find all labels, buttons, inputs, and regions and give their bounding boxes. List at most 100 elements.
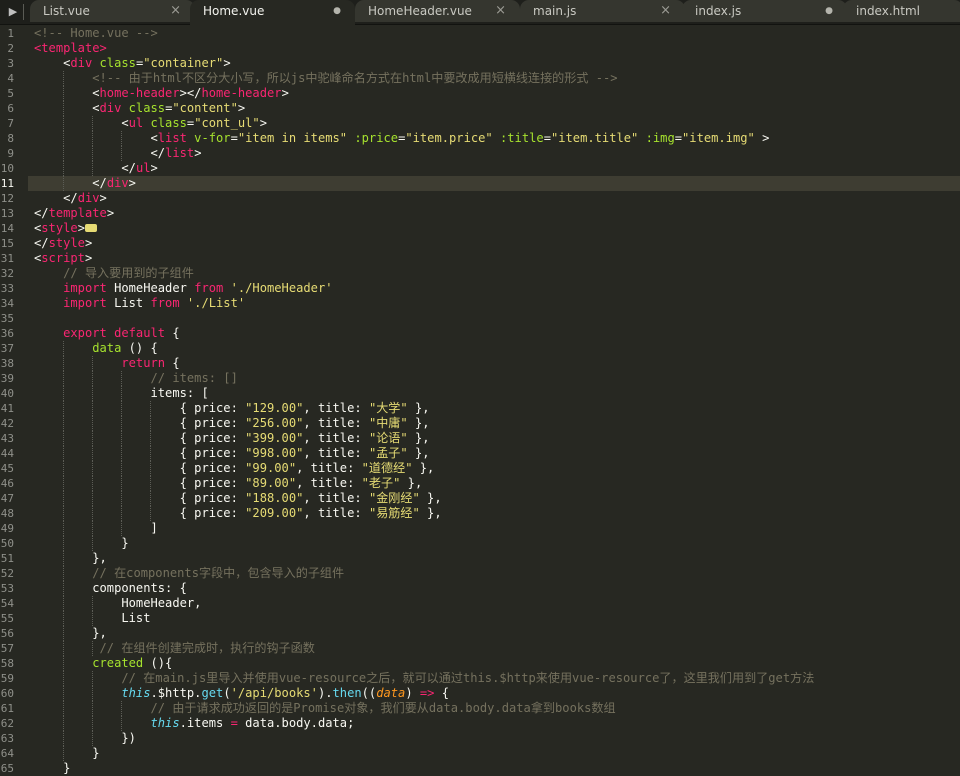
code-token: this [150, 716, 180, 730]
code-line: export default { [34, 326, 180, 341]
code-token: { [434, 686, 450, 700]
indent-guide [63, 656, 65, 671]
indent-guide [92, 596, 94, 611]
code-line: <!-- Home.vue --> [34, 26, 158, 41]
indent-guide [121, 716, 123, 731]
folded-region-icon[interactable] [84, 223, 97, 232]
code-token: = [543, 131, 551, 145]
indent-guide [63, 626, 65, 641]
code-token: } [34, 761, 71, 775]
line-number: 34 [0, 297, 14, 310]
tab-list-vue[interactable]: List.vue × [30, 0, 195, 22]
tab-label: Home.vue [203, 4, 265, 18]
code-token: data [92, 341, 122, 355]
tab-label: HomeHeader.vue [368, 4, 472, 18]
tab-index-html[interactable]: index.html [843, 0, 960, 22]
indent-guide [121, 446, 123, 461]
code-token: > [128, 176, 136, 190]
line-number: 65 [0, 762, 14, 775]
code-token: > [259, 116, 267, 130]
indent-guide [92, 401, 94, 416]
code-token: , title: [303, 446, 369, 460]
tab-index-js[interactable]: index.js ● [682, 0, 847, 22]
unsaved-dot-icon[interactable]: ● [333, 0, 341, 22]
code-token: </ [34, 161, 136, 175]
indent-guide [63, 581, 65, 596]
indent-guide [63, 461, 65, 476]
indent-guide [63, 431, 65, 446]
code-token: { price: [34, 431, 246, 445]
line-number: 3 [7, 57, 14, 70]
tab-main-js[interactable]: main.js × [520, 0, 685, 22]
indent-guide [92, 476, 94, 491]
code-token: "container" [143, 56, 224, 70]
code-token: list [165, 146, 195, 160]
code-token: div [70, 56, 93, 70]
indent-guide [92, 671, 94, 686]
code-token: = [674, 131, 683, 145]
indent-guide [63, 446, 65, 461]
code-token: } [34, 746, 100, 760]
code-token: ) [405, 686, 420, 700]
tab-close-icon[interactable]: × [170, 0, 181, 22]
indent-guide [63, 716, 65, 731]
code-token: class [92, 56, 136, 70]
indent-guide [92, 521, 94, 536]
indent-guide [92, 146, 94, 161]
tab-scroll-arrow-icon[interactable]: ▶ [0, 0, 26, 24]
code-token: "易筋经" [368, 506, 420, 520]
indent-guide [63, 701, 65, 716]
code-token: ul [128, 116, 144, 130]
code-token: , title: [303, 491, 369, 505]
indent-guide [92, 461, 94, 476]
code-line: } [34, 536, 128, 551]
indent-guide [63, 671, 65, 686]
code-token: < [34, 86, 100, 100]
indent-guide [92, 161, 94, 176]
indent-guide [63, 566, 65, 581]
line-number: 46 [0, 477, 14, 490]
code-token: return [121, 356, 166, 370]
code-token: v-for [186, 131, 231, 145]
indent-guide [63, 551, 65, 566]
line-number: 44 [0, 447, 14, 460]
line-number: 32 [0, 267, 14, 280]
indent-guide [92, 386, 94, 401]
code-token: from [194, 281, 224, 295]
indent-guide [63, 686, 65, 701]
code-line: components: { [34, 581, 187, 596]
tab-close-icon[interactable]: × [660, 0, 671, 22]
code-token: < [34, 56, 71, 70]
code-line: // 在组件创建完成时，执行的钩子函数 [34, 641, 315, 656]
indent-guide [63, 161, 65, 176]
indent-guide [63, 746, 65, 761]
tab-close-icon[interactable]: × [495, 0, 506, 22]
tab-homeheader-vue[interactable]: HomeHeader.vue × [355, 0, 520, 22]
code-token: <template> [34, 41, 107, 55]
code-token: { price: [34, 491, 246, 505]
code-line: } [34, 746, 100, 761]
line-number: 49 [0, 522, 14, 535]
code-token: script [41, 251, 85, 265]
code-line: <style> [34, 221, 97, 236]
code-token: "256.00" [245, 416, 304, 430]
indent-guide [92, 446, 94, 461]
line-number: 9 [7, 147, 14, 160]
code-line: { price: "399.00", title: "论语" }, [34, 431, 430, 446]
code-line: import List from './List' [34, 296, 245, 311]
code-line: { price: "99.00", title: "道德经" }, [34, 461, 435, 476]
code-token: './HomeHeader' [230, 281, 333, 295]
code-token: :title [492, 131, 544, 145]
code-token: > [754, 131, 770, 145]
code-token: "老子" [361, 476, 401, 490]
indent-guide [63, 731, 65, 746]
tab-home-vue[interactable]: Home.vue ● [190, 0, 355, 25]
indent-guide [92, 641, 94, 656]
tab-label: List.vue [43, 4, 90, 18]
code-line: <div class="container"> [34, 56, 230, 71]
unsaved-dot-icon[interactable]: ● [825, 0, 833, 22]
